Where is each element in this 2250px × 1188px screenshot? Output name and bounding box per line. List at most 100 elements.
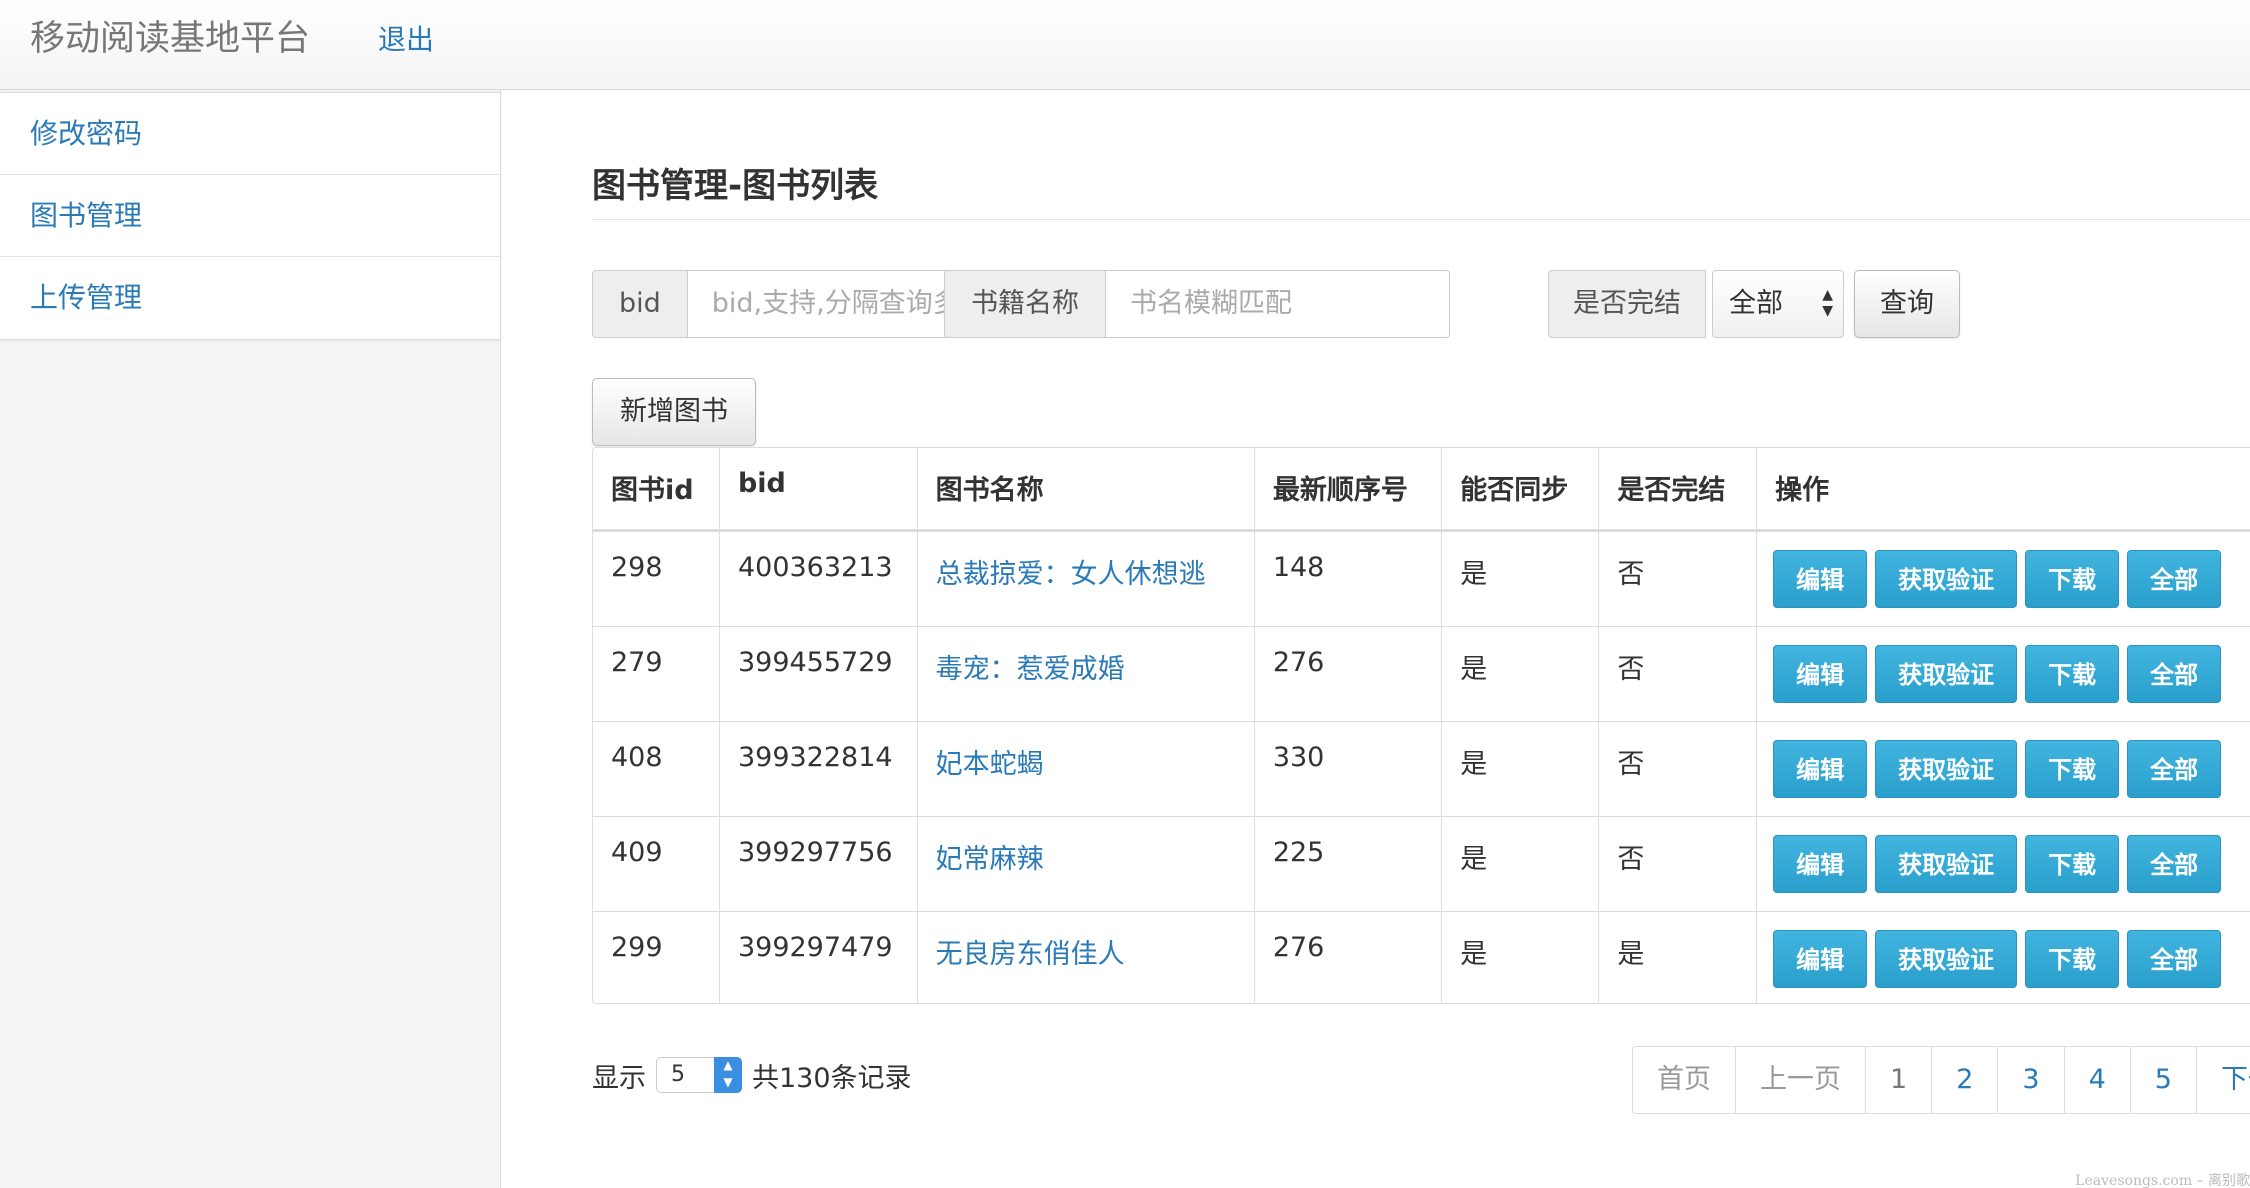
book-id-cell: 409 — [593, 816, 720, 912]
name-filter-label: 书籍名称 — [944, 270, 1106, 338]
edit-button[interactable]: 编辑 — [1773, 644, 1868, 703]
get-verification-button[interactable]: 获取验证 — [1875, 549, 2018, 608]
latest-seq-cell: 276 — [1254, 911, 1443, 1003]
logout-link[interactable]: 退出 — [378, 20, 434, 60]
finished-select[interactable]: 全部 ▲ ▼ — [1712, 270, 1844, 338]
column-header-book-id[interactable]: 图书id — [593, 448, 720, 532]
get-verification-button[interactable]: 获取验证 — [1875, 644, 2018, 703]
book-name-link[interactable]: 总裁掠爱：女人休想逃 — [917, 530, 1255, 627]
finished-cell: 否 — [1598, 626, 1758, 722]
pagination-page-2[interactable]: 2 — [1932, 1047, 1999, 1113]
edit-button[interactable]: 编辑 — [1773, 834, 1868, 893]
book-name-link[interactable]: 毒宠：惹爱成婚 — [917, 626, 1255, 722]
book-name-link[interactable]: 妃常麻辣 — [917, 816, 1255, 912]
book-id-cell: 279 — [593, 626, 720, 722]
all-button[interactable]: 全部 — [2127, 549, 2222, 608]
all-button[interactable]: 全部 — [2127, 739, 2222, 798]
finished-cell: 是 — [1598, 911, 1758, 1003]
pagination-first[interactable]: 首页 — [1633, 1047, 1736, 1113]
table-row: 409 399297756 妃常麻辣 225 是否编辑 获取验证 下载 全部 — [593, 816, 2250, 912]
syncable-cell: 是 — [1441, 626, 1600, 722]
table-row: 299 399297479 无良房东俏佳人 276 是是编辑 获取验证 下载 全部 — [593, 911, 2250, 1003]
pagination-next[interactable]: 下一页 — [2197, 1047, 2250, 1113]
book-id-cell: 299 — [593, 911, 720, 1003]
page-size-control: 显示 5 ▲ ▼ 共130条记录 — [592, 1050, 912, 1100]
download-button[interactable]: 下载 — [2025, 929, 2120, 988]
finished-cell: 否 — [1598, 816, 1758, 912]
actions-cell: 编辑 获取验证 下载 全部 — [1756, 530, 2250, 627]
column-header-book-name[interactable]: 图书名称 — [917, 448, 1255, 532]
book-name-link[interactable]: 妃本蛇蝎 — [917, 721, 1255, 817]
pagination: 首页 上一页 1 2 3 4 5 下一页 — [1632, 1046, 2250, 1114]
table-row: 279 399455729 毒宠：惹爱成婚 276 是否编辑 获取验证 下载 全部 — [593, 626, 2250, 722]
pagination-prev[interactable]: 上一页 — [1736, 1047, 1866, 1113]
main-content: 图书管理-图书列表 bid bid,支持,分隔查询多个 书籍名称 书名模糊匹配 … — [502, 90, 2250, 1188]
latest-seq-cell: 330 — [1254, 721, 1443, 817]
edit-button[interactable]: 编辑 — [1773, 929, 1868, 988]
watermark: Leavesongs.com – 离别歌 — [2075, 1173, 2250, 1188]
page-size-value: 5 — [671, 1062, 685, 1087]
table-row: 298 400363213 总裁掠爱：女人休想逃 148 是否编辑 获取验证 下载 全部 — [593, 530, 2250, 627]
syncable-cell: 是 — [1441, 816, 1600, 912]
book-name-link[interactable]: 无良房东俏佳人 — [917, 911, 1255, 1003]
actions-cell: 编辑 获取验证 下载 全部 — [1756, 721, 2250, 817]
select-spinner-icon: ▲ ▼ — [714, 1057, 742, 1093]
pagination-page-5[interactable]: 5 — [2131, 1047, 2197, 1113]
finished-cell: 否 — [1598, 721, 1758, 817]
download-button[interactable]: 下载 — [2025, 549, 2120, 608]
book-name-input[interactable]: 书名模糊匹配 — [1106, 270, 1450, 338]
sidebar-item-change-password[interactable]: 修改密码 — [0, 93, 500, 175]
latest-seq-cell: 225 — [1254, 816, 1443, 912]
table-row: 408 399322814 妃本蛇蝎 330 是否编辑 获取验证 下载 全部 — [593, 721, 2250, 817]
total-records: 共130条记录 — [752, 1062, 912, 1094]
syncable-cell: 是 — [1441, 911, 1600, 1003]
bid-cell: 399297479 — [719, 911, 918, 1003]
get-verification-button[interactable]: 获取验证 — [1875, 739, 2018, 798]
search-button[interactable]: 查询 — [1854, 270, 1960, 338]
pagination-page-1[interactable]: 1 — [1866, 1047, 1933, 1113]
latest-seq-cell: 276 — [1254, 626, 1443, 722]
sidebar-item-upload-management[interactable]: 上传管理 — [0, 257, 500, 339]
book-id-cell: 298 — [593, 530, 720, 627]
finished-cell: 否 — [1598, 530, 1758, 627]
page-title: 图书管理-图书列表 — [592, 166, 879, 206]
book-id-cell: 408 — [593, 721, 720, 817]
actions-cell: 编辑 获取验证 下载 全部 — [1756, 816, 2250, 912]
column-header-bid[interactable]: bid — [719, 448, 918, 532]
column-header-finished[interactable]: 是否完结 — [1598, 448, 1758, 532]
download-button[interactable]: 下载 — [2025, 644, 2120, 703]
finished-filter-label: 是否完结 — [1548, 270, 1706, 338]
sidebar-item-book-management[interactable]: 图书管理 — [0, 175, 500, 257]
all-button[interactable]: 全部 — [2127, 834, 2222, 893]
pagination-page-4[interactable]: 4 — [2065, 1047, 2131, 1113]
add-book-button[interactable]: 新增图书 — [592, 378, 756, 446]
sidebar-nav: 修改密码 图书管理 上传管理 — [0, 92, 501, 340]
all-button[interactable]: 全部 — [2127, 929, 2222, 988]
syncable-cell: 是 — [1441, 721, 1600, 817]
select-arrows-icon: ▲ ▼ — [1822, 287, 1833, 319]
page-size-select[interactable]: 5 ▲ ▼ — [656, 1057, 742, 1093]
finished-filter-group: 是否完结 — [1548, 270, 1706, 338]
column-header-syncable[interactable]: 能否同步 — [1441, 448, 1600, 532]
pagination-page-3[interactable]: 3 — [1998, 1047, 2065, 1113]
all-button[interactable]: 全部 — [2127, 644, 2222, 703]
edit-button[interactable]: 编辑 — [1773, 549, 1868, 608]
actions-cell: 编辑 获取验证 下载 全部 — [1756, 911, 2250, 1003]
app-brand[interactable]: 移动阅读基地平台 — [30, 14, 310, 64]
edit-button[interactable]: 编辑 — [1773, 739, 1868, 798]
bid-cell: 399322814 — [719, 721, 918, 817]
bid-filter-label: bid — [592, 270, 688, 338]
latest-seq-cell: 148 — [1254, 530, 1443, 627]
get-verification-button[interactable]: 获取验证 — [1875, 929, 2018, 988]
column-header-latest-seq[interactable]: 最新顺序号 — [1254, 448, 1443, 532]
download-button[interactable]: 下载 — [2025, 739, 2120, 798]
syncable-cell: 是 — [1441, 530, 1600, 627]
sidebar: 修改密码 图书管理 上传管理 — [0, 90, 501, 1188]
top-navbar: 移动阅读基地平台 退出 — [0, 0, 2250, 90]
get-verification-button[interactable]: 获取验证 — [1875, 834, 2018, 893]
column-header-actions: 操作 — [1756, 448, 2250, 532]
finished-select-value: 全部 — [1729, 288, 1783, 319]
download-button[interactable]: 下载 — [2025, 834, 2120, 893]
book-table: 图书id bid 图书名称 最新顺序号 能否同步 是否完结 操作 298 4003… — [592, 447, 2250, 1004]
bid-cell: 400363213 — [719, 530, 918, 627]
